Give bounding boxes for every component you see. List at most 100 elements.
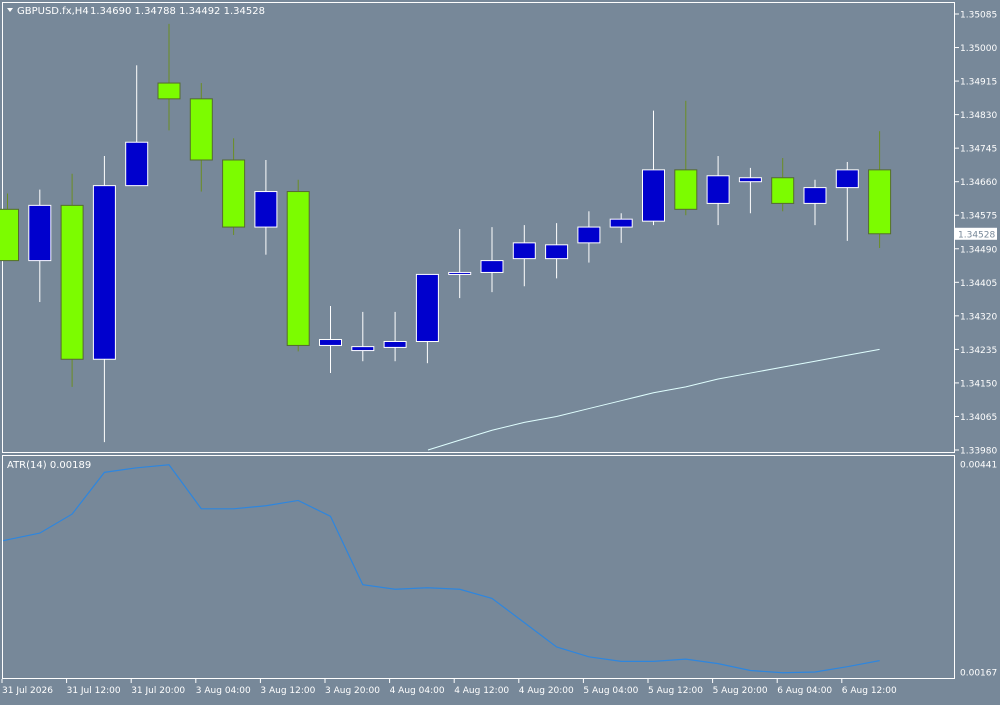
time-tick-label: 5 Aug 12:00 (648, 686, 703, 696)
price-tick-label: 1.34320 (960, 312, 997, 322)
candle-body (222, 159, 246, 228)
price-tick-label: 1.34745 (960, 145, 997, 155)
price-tick-label: 1.34830 (960, 111, 997, 121)
candle[interactable] (60, 173, 84, 387)
moving-average-line (427, 348, 880, 451)
candle[interactable] (480, 227, 504, 293)
chart-canvas[interactable]: 1.35085 1.35000 1.34915 1.34830 1.34745 1.346… (0, 0, 1000, 700)
time-tick-label: 4 Aug 12:00 (454, 686, 509, 696)
candle[interactable] (803, 179, 827, 226)
time-tick-label: 4 Aug 04:00 (390, 686, 445, 696)
time-tick-label: 31 Jul 20:00 (131, 686, 185, 696)
candle-body (706, 175, 730, 204)
time-axis[interactable]: 31 Jul 2026 31 Jul 12:00 31 Jul 20:00 3 Aug… (1, 679, 897, 696)
time-tick-label: 31 Jul 12:00 (67, 686, 121, 696)
price-axis[interactable]: 1.35085 1.35000 1.34915 1.34830 1.34745 1.346… (955, 11, 997, 457)
candle-body (319, 339, 342, 346)
time-tick-label: 6 Aug 12:00 (842, 686, 897, 696)
candle-body (771, 177, 795, 204)
candle-body (512, 242, 536, 260)
price-tick-label: 1.34405 (960, 279, 997, 289)
candle-body (642, 169, 665, 222)
candle-body (254, 191, 278, 228)
candle-body (189, 98, 213, 161)
candle-body (0, 208, 19, 262)
price-tick-label: 1.34660 (960, 178, 997, 188)
time-tick-label: 4 Aug 20:00 (519, 686, 574, 696)
candle-body (415, 273, 439, 342)
price-tick-label: 1.34490 (960, 245, 997, 255)
candle[interactable] (738, 167, 762, 214)
candle[interactable] (448, 229, 472, 299)
atr-label: ATR(14) 0.00189 (7, 460, 91, 471)
candle[interactable] (642, 110, 665, 226)
time-tick-label: 3 Aug 04:00 (196, 686, 251, 696)
price-tick-label: 1.34915 (960, 78, 997, 88)
candle[interactable] (351, 311, 375, 362)
time-tick-label: 5 Aug 04:00 (583, 686, 638, 696)
price-tick-label: 1.34235 (960, 346, 997, 356)
candle-body (868, 169, 892, 235)
candle-body (835, 169, 859, 189)
time-tick-label: 3 Aug 12:00 (260, 686, 315, 696)
candle[interactable] (706, 156, 730, 226)
candle-body (738, 177, 762, 183)
candle-body (383, 340, 407, 348)
price-tick-label: 1.35085 (960, 11, 997, 21)
price-tick-label: 1.34065 (960, 413, 997, 423)
symbol-label: GBPUSD.fx,H4 (17, 6, 89, 17)
price-tick-label: 1.34150 (960, 379, 997, 389)
atr-line (2, 464, 880, 674)
candle-body (351, 346, 375, 352)
candle[interactable] (28, 189, 52, 303)
candle-body (803, 187, 827, 204)
candle-body (157, 82, 181, 100)
candle[interactable] (771, 158, 795, 212)
candle[interactable] (512, 225, 536, 287)
price-tick-label: 1.35000 (960, 44, 997, 54)
candle-body (545, 244, 569, 260)
time-tick-label: 31 Jul 2026 (2, 686, 53, 696)
atr-pane-frame (2, 455, 955, 679)
candle[interactable] (868, 131, 892, 248)
candle[interactable] (545, 223, 569, 279)
candle[interactable] (92, 156, 116, 443)
candle-body (92, 185, 116, 360)
candle[interactable] (286, 179, 310, 352)
atr-axis[interactable]: 0.00441 0.00167 (960, 461, 997, 679)
candle[interactable] (835, 161, 859, 241)
candle[interactable] (383, 311, 407, 362)
candle-body (286, 191, 310, 346)
atr-tick-label: 0.00441 (960, 461, 997, 471)
candle[interactable] (125, 65, 149, 187)
candle[interactable] (254, 159, 278, 255)
candle[interactable] (189, 83, 213, 192)
candle[interactable] (674, 100, 698, 216)
candle[interactable] (222, 138, 246, 235)
ohlc-readout: 1.34690 1.34788 1.34492 1.34528 (90, 6, 265, 17)
candles-layer[interactable] (0, 23, 892, 443)
atr-tick-label: 0.00167 (960, 669, 997, 679)
time-tick-label: 6 Aug 04:00 (777, 686, 832, 696)
candle[interactable] (577, 211, 601, 263)
candle[interactable] (157, 23, 181, 131)
candle-body (448, 271, 472, 275)
triangle-down-icon[interactable] (7, 8, 13, 12)
candle[interactable] (319, 305, 342, 374)
moving-average-layer (427, 348, 880, 451)
price-pane-frame (2, 2, 955, 453)
candle[interactable] (609, 213, 633, 243)
candle-body (28, 204, 52, 262)
time-tick-label: 5 Aug 20:00 (713, 686, 768, 696)
candle-body (480, 260, 504, 273)
candle-body (577, 226, 601, 244)
price-tick-label: 1.34575 (960, 212, 997, 222)
atr-layer (2, 464, 880, 674)
candle-body (60, 204, 84, 360)
candle-body (609, 218, 633, 228)
chart-window[interactable]: 1.35085 1.35000 1.34915 1.34830 1.34745 1.346… (0, 0, 1000, 700)
candle[interactable] (415, 273, 439, 364)
current-price-label: 1.34528 (958, 230, 995, 240)
time-tick-label: 3 Aug 20:00 (325, 686, 380, 696)
candle-body (125, 141, 149, 187)
